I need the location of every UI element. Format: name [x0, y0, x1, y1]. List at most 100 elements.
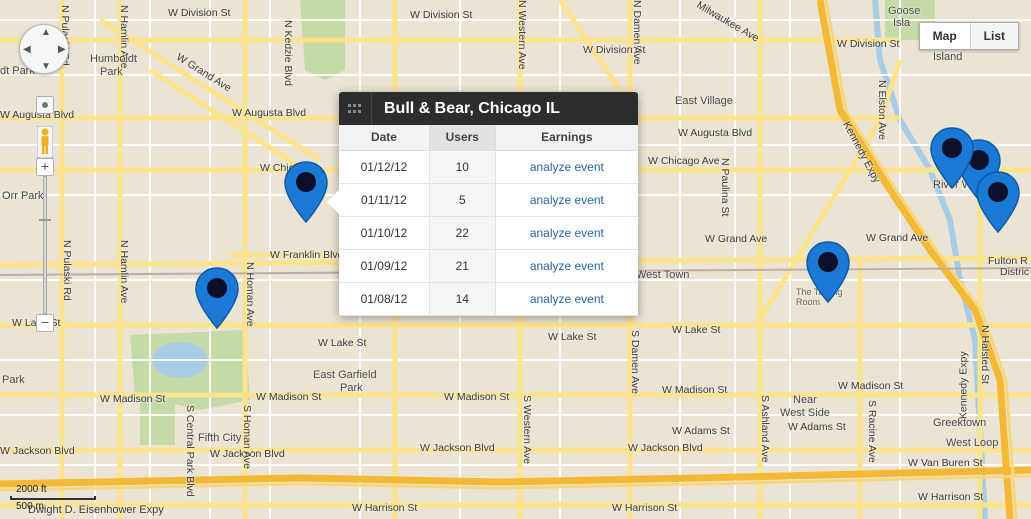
- pan-up-icon[interactable]: ▲: [41, 27, 51, 38]
- scale-bar: 2000 ft 500 m: [8, 480, 100, 512]
- column-header-users[interactable]: Users: [429, 125, 496, 151]
- event-marker[interactable]: [805, 240, 851, 306]
- street-label: N Halsted St: [979, 325, 991, 384]
- area-label: West Town: [636, 269, 690, 281]
- street-label: W Madison St: [256, 391, 322, 403]
- street-label: Distric: [1000, 266, 1030, 278]
- pan-down-icon[interactable]: ▼: [41, 61, 51, 72]
- street-label: W Lake St: [548, 331, 597, 343]
- column-header-date[interactable]: Date: [339, 125, 430, 151]
- street-label: S Racine Ave: [866, 400, 878, 463]
- street-label: W Adams St: [788, 421, 846, 433]
- street-label: W Madison St: [100, 393, 166, 405]
- area-label: Park: [340, 382, 363, 394]
- street-label: W Division St: [168, 7, 231, 19]
- scale-feet: 2000 ft: [16, 484, 47, 495]
- event-popup: Bull & Bear, Chicago IL Date Users Earni…: [327, 92, 638, 316]
- map-type-toggle[interactable]: Map List: [918, 22, 1019, 50]
- pan-right-icon[interactable]: ▶: [58, 44, 66, 55]
- street-label: W Harrison St: [352, 502, 418, 514]
- event-marker[interactable]: [194, 266, 240, 332]
- street-label: W Jackson Blvd: [628, 442, 703, 454]
- street-label: W Grand Ave: [705, 233, 768, 245]
- map-view-button[interactable]: Map: [919, 23, 971, 49]
- event-users: 14: [429, 282, 496, 316]
- area-label: Park: [2, 374, 25, 386]
- street-label: S Homan Ave: [241, 405, 253, 470]
- area-label: Island: [933, 51, 963, 63]
- street-label: W Jackson Blvd: [420, 442, 495, 454]
- area-label: Near: [793, 394, 817, 406]
- event-date: 01/09/12: [339, 249, 430, 283]
- street-label: W Harrison St: [612, 502, 678, 514]
- street-label: W Franklin Blvd: [270, 249, 344, 261]
- grid-menu-icon[interactable]: [339, 92, 372, 125]
- table-row: 01/09/12 21 analyze event: [339, 249, 638, 283]
- area-label: West Side: [780, 407, 830, 419]
- pan-left-icon[interactable]: ◀: [23, 44, 31, 55]
- popup-header: Bull & Bear, Chicago IL: [339, 92, 638, 125]
- street-label: N Damen Ave: [631, 0, 643, 65]
- area-label: Park: [100, 66, 123, 78]
- street-label: W Madison St: [444, 391, 510, 403]
- street-label: Fulton R: [988, 255, 1028, 267]
- analyze-event-link[interactable]: analyze event: [530, 292, 604, 306]
- street-label: W Division St: [410, 9, 473, 21]
- event-users: 10: [429, 150, 496, 184]
- zoom-box-icon[interactable]: [36, 96, 54, 114]
- street-label: W Madison St: [662, 384, 728, 396]
- street-label: N Western Ave: [516, 0, 528, 70]
- zoom-in-button[interactable]: +: [36, 158, 54, 176]
- table-row: 01/10/12 22 analyze event: [339, 216, 638, 250]
- street-label: N Homan Ave: [244, 262, 256, 327]
- event-marker[interactable]: [929, 126, 975, 192]
- street-label: W Chicago Ave: [648, 155, 720, 167]
- column-header-earnings[interactable]: Earnings: [495, 125, 638, 151]
- street-label: W Jackson Blvd: [0, 445, 75, 457]
- scale-meters: 500 m: [16, 501, 44, 512]
- list-view-button[interactable]: List: [970, 23, 1018, 49]
- zoom-out-button[interactable]: −: [36, 314, 54, 332]
- area-label: West Loop: [946, 437, 999, 449]
- event-marker[interactable]: [975, 170, 1021, 236]
- zoom-slider-handle[interactable]: [39, 219, 51, 221]
- street-label: W Van Buren St: [908, 457, 983, 469]
- event-date: 01/11/12: [339, 183, 430, 217]
- street-label: W Adams St: [672, 425, 730, 437]
- street-label: N Elston Ave: [876, 80, 888, 140]
- area-label: East Garfield: [313, 369, 377, 381]
- analyze-event-link[interactable]: analyze event: [530, 160, 604, 174]
- street-label: N Kedzie Blvd: [282, 20, 294, 86]
- street-label: N Pulaski Rd: [61, 240, 73, 301]
- analyze-event-link[interactable]: analyze event: [530, 259, 604, 273]
- street-label: W Division St: [837, 38, 900, 50]
- events-table: Date Users Earnings 01/12/12 10 analyze …: [339, 125, 638, 316]
- event-users: 22: [429, 216, 496, 250]
- event-marker[interactable]: [283, 160, 329, 226]
- area-label: Fifth City: [198, 432, 242, 444]
- street-label: S Ashland Ave: [759, 395, 771, 463]
- street-label: N Hamlin Ave: [118, 240, 130, 304]
- table-row: 01/11/12 5 analyze event: [339, 183, 638, 217]
- street-label: W Lake St: [318, 337, 367, 349]
- area-label: Isla: [893, 17, 911, 29]
- area-label: East Village: [675, 95, 733, 107]
- event-date: 01/10/12: [339, 216, 430, 250]
- street-view-pegman-icon[interactable]: [37, 126, 53, 158]
- table-row: 01/12/12 10 analyze event: [339, 150, 638, 184]
- table-row: 01/08/12 14 analyze event: [339, 282, 638, 316]
- street-label: S Western Ave: [521, 395, 533, 465]
- pan-control[interactable]: ▲ ▼ ◀ ▶: [19, 24, 69, 74]
- analyze-event-link[interactable]: analyze event: [530, 226, 604, 240]
- street-label: W Harrison St: [918, 491, 984, 503]
- street-label: S Central Park Blvd: [184, 405, 196, 497]
- area-label: Orr Park: [2, 190, 44, 202]
- street-label: W Madison St: [838, 380, 904, 392]
- event-users: 5: [429, 183, 496, 217]
- area-label: Greektown: [933, 417, 987, 429]
- street-label: W Lake St: [672, 324, 721, 336]
- zoom-slider-rail[interactable]: [43, 176, 47, 314]
- street-label: W Grand Ave: [866, 232, 929, 244]
- street-label: W Augusta Blvd: [232, 107, 307, 119]
- analyze-event-link[interactable]: analyze event: [530, 193, 604, 207]
